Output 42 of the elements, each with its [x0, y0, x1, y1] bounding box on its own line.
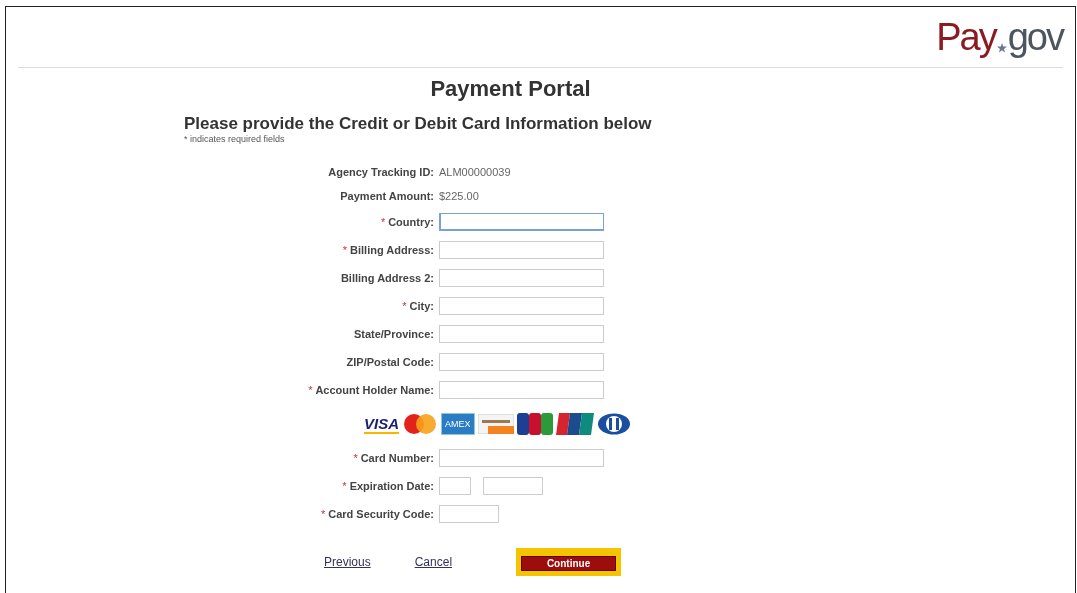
- nav-link[interactable]: Previous: [324, 555, 371, 569]
- input-field[interactable]: [439, 325, 604, 343]
- star-icon: [996, 42, 1007, 53]
- required-asterisk: *: [353, 452, 358, 464]
- field-label: Agency Tracking ID:: [328, 166, 434, 178]
- field-label: Billing Address:: [350, 244, 434, 256]
- field-label: State/Province:: [353, 328, 434, 340]
- field-label: Card Security Code:: [328, 508, 434, 520]
- month-field[interactable]: [439, 477, 471, 495]
- required-asterisk: *: [342, 244, 348, 256]
- field-label: Account Holder Name:: [315, 384, 434, 396]
- field-label: City:: [409, 300, 434, 312]
- amex-logo: AMEX: [441, 413, 475, 435]
- field-label: ZIP/Postal Code:: [346, 356, 434, 368]
- input-field[interactable]: [439, 353, 604, 371]
- year-field[interactable]: [483, 477, 543, 495]
- field-label: Expiration Date:: [349, 480, 434, 492]
- nav-link[interactable]: Cancel: [414, 555, 453, 569]
- input-field[interactable]: [439, 381, 604, 399]
- required-asterisk: *: [402, 300, 407, 312]
- field-label: Payment Amount:: [340, 190, 434, 202]
- field-label: Country:: [388, 216, 434, 228]
- input-field[interactable]: [439, 269, 604, 287]
- pay-gov-logo: Pay gov: [936, 15, 1063, 59]
- field-value: ALM00000039: [439, 166, 511, 178]
- input-field[interactable]: [439, 297, 604, 315]
- input-field[interactable]: [439, 505, 499, 523]
- required-asterisk: *: [342, 480, 347, 492]
- required-note: * indicates required fields: [184, 134, 286, 144]
- required-asterisk: *: [380, 216, 386, 228]
- input-field[interactable]: [439, 449, 604, 467]
- continue-button[interactable]: Continue: [521, 556, 617, 571]
- visa-logo: VISA: [364, 414, 399, 434]
- required-asterisk: *: [308, 384, 313, 396]
- page-title: Payment Portal: [429, 76, 592, 102]
- required-asterisk: *: [320, 508, 326, 520]
- field-label: Billing Address 2:: [340, 272, 434, 284]
- input-field[interactable]: [439, 213, 604, 231]
- field-label: Card Number:: [360, 452, 434, 464]
- form-heading: Please provide the Credit or Debit Card Information below: [184, 114, 653, 134]
- field-value: $225.00: [439, 190, 479, 202]
- input-field[interactable]: [439, 241, 604, 259]
